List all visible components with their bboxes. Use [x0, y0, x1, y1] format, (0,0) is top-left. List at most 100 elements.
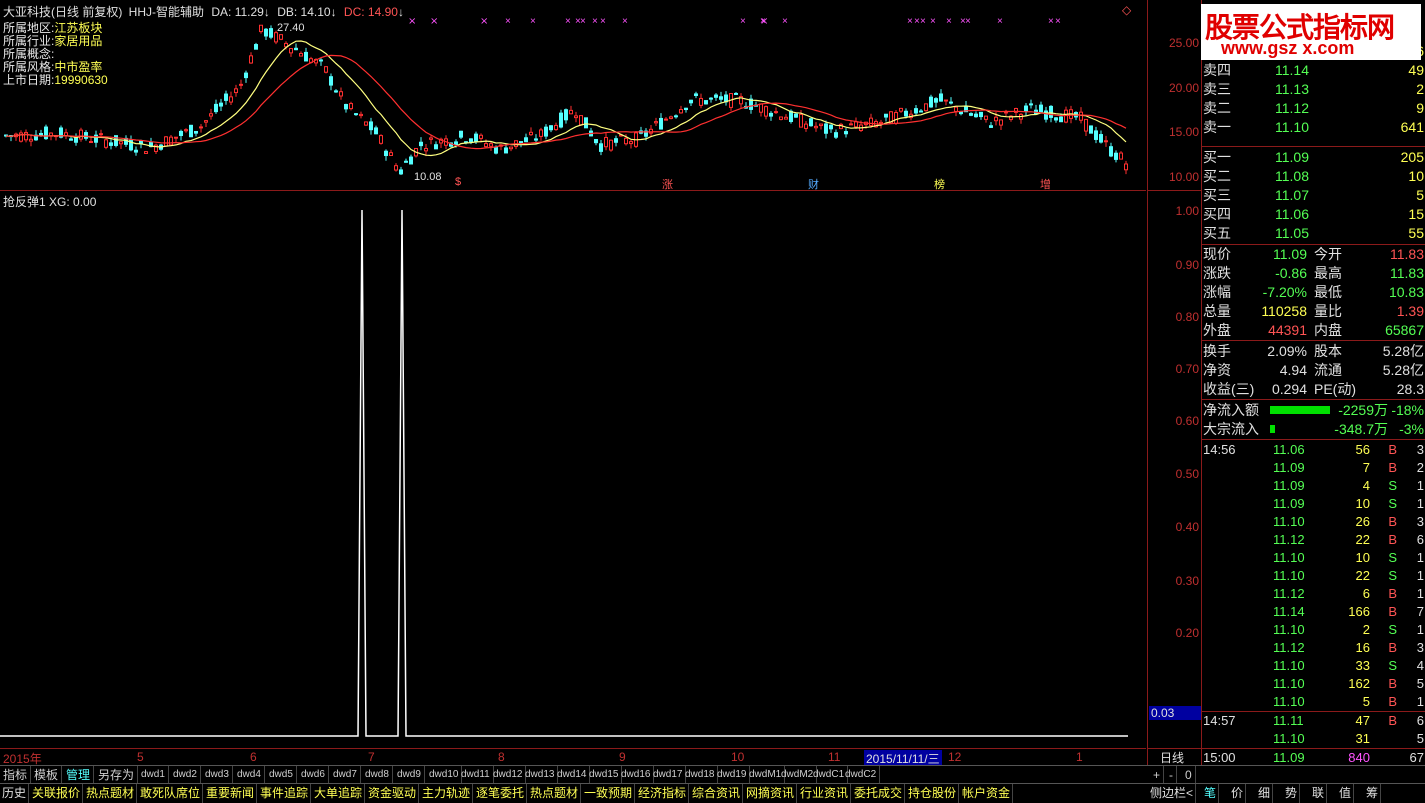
indicator-chart[interactable] — [0, 191, 1146, 748]
candle-body — [919, 110, 923, 113]
indicator-tab[interactable]: dwd14 — [554, 766, 591, 784]
indicator-tab[interactable]: dwd13 — [522, 766, 559, 784]
event-marker[interactable]: 涨 — [662, 176, 673, 192]
event-marker[interactable]: 增 — [1040, 176, 1051, 192]
indicator-tab[interactable]: dwd16 — [618, 766, 655, 784]
candle-body — [1029, 103, 1033, 106]
indicator-tab[interactable]: dwd18 — [682, 766, 719, 784]
candle-body — [694, 93, 698, 97]
candle-body — [324, 66, 328, 73]
candle-body — [289, 48, 293, 54]
event-marker[interactable]: 榜 — [934, 176, 945, 192]
indicator-tab[interactable]: dwd11 — [458, 766, 494, 784]
indicator-tab[interactable]: dwdC2 — [842, 766, 881, 784]
info-tab[interactable]: 大单追踪 — [312, 784, 366, 803]
price-chart[interactable]: × × × × × × × × × × × × × × × × × × × × ×× × × × — [0, 0, 1146, 190]
info-tab[interactable]: 敢死队席位 — [138, 784, 204, 803]
candle-body — [929, 96, 933, 108]
indicator-tab[interactable]: dwd10 — [426, 766, 463, 784]
indicator-tab[interactable]: dwd5 — [266, 766, 297, 784]
info-tab[interactable]: 关联报价 — [30, 784, 84, 803]
period-label[interactable]: 日线 — [1160, 749, 1184, 766]
candle-body — [419, 141, 423, 147]
tick-list[interactable]: 14:56 11.06 56 B 3 11.09 7 B 2 11.09 4 S 1 11.09 10 S 1 1… — [1202, 441, 1425, 771]
info-tab[interactable]: 委托成交 — [852, 784, 906, 803]
info-tab[interactable]: 持仓股份 — [906, 784, 960, 803]
info-tab[interactable]: 经济指标 — [636, 784, 690, 803]
candle-body — [759, 103, 763, 113]
candle-body — [219, 102, 223, 107]
sell-level-row[interactable]: 卖二 11.12 9 — [1202, 99, 1425, 118]
indicator-tab[interactable]: dwd7 — [330, 766, 361, 784]
indicator-tab[interactable]: dwd9 — [394, 766, 425, 784]
date-axis[interactable]: 2015年 5 6 7 8 9 10 11 2015/11/11/三 12 1 — [0, 748, 1146, 767]
indicator-tab[interactable]: dwd6 — [298, 766, 329, 784]
info-tab[interactable]: 帐户资金 — [960, 784, 1014, 803]
quote-row: 外盘 44391 内盘 65867 — [1203, 322, 1424, 338]
side-tab[interactable]: 价 — [1229, 784, 1247, 803]
buy-level-row[interactable]: 买四 11.06 15 — [1202, 205, 1425, 224]
info-tab[interactable]: 综合资讯 — [690, 784, 744, 803]
info-tab[interactable]: 热点题材 — [528, 784, 582, 803]
buy-level-row[interactable]: 买五 11.05 55 — [1202, 224, 1425, 243]
indicator-tab[interactable]: dwd15 — [586, 766, 623, 784]
candle-body — [1054, 117, 1058, 121]
indicator-tab[interactable]: dwd12 — [490, 766, 527, 784]
info-tab[interactable]: 热点题材 — [84, 784, 138, 803]
indicator-tab[interactable]: 指标 — [0, 766, 32, 784]
zoom-zero-button[interactable]: 0 — [1182, 766, 1196, 784]
side-tab[interactable]: 细 — [1256, 784, 1274, 803]
candle-body — [834, 132, 838, 138]
info-tab[interactable]: 历史 — [0, 784, 30, 803]
candle-body — [979, 111, 983, 118]
indicator-tab[interactable]: 另存为 — [95, 766, 139, 784]
info-tab[interactable]: 资金驱动 — [366, 784, 420, 803]
buy-level-row[interactable]: 买一 11.09 205 — [1202, 148, 1425, 167]
info-tab[interactable]: 逐笔委托 — [474, 784, 528, 803]
candle-body — [659, 117, 663, 130]
zoom-minus-button[interactable]: - — [1166, 766, 1177, 784]
candle-body — [669, 116, 673, 119]
sell-level-row[interactable]: 卖三 11.13 2 — [1202, 80, 1425, 99]
x-label: 7 — [368, 750, 375, 764]
chart-area[interactable]: × × × × × × × × × × × × × × × × × × × × × × × × × 大亚科技(日线 前复权) H… — [0, 0, 1146, 767]
indicator-tab[interactable]: dwd19 — [714, 766, 751, 784]
signal-mark: × — [565, 16, 571, 27]
indicator-tab[interactable]: dwd3 — [202, 766, 233, 784]
price-tick: 15.00 — [1168, 125, 1199, 139]
indicator-tab[interactable]: 管理 — [63, 766, 95, 784]
indicator-tab[interactable]: dwd17 — [650, 766, 687, 784]
side-tab[interactable]: 筹 — [1364, 784, 1382, 803]
zoom-plus-button[interactable]: + — [1150, 766, 1165, 784]
indicator-tab[interactable]: 模板 — [31, 766, 63, 784]
event-marker[interactable]: $ — [455, 176, 461, 188]
indicator-tab[interactable]: dwd8 — [362, 766, 393, 784]
indicator-tab[interactable]: dwd1 — [138, 766, 169, 784]
side-tab[interactable]: 值 — [1337, 784, 1355, 803]
sell-level-row[interactable]: 卖四 11.14 49 — [1202, 61, 1425, 80]
info-tab[interactable]: 事件追踪 — [258, 784, 312, 803]
buy-level-row[interactable]: 买三 11.07 5 — [1202, 186, 1425, 205]
info-tab[interactable]: 一致预期 — [582, 784, 636, 803]
info-tab[interactable]: 主力轨迹 — [420, 784, 474, 803]
indicator-tab[interactable]: dwd2 — [170, 766, 201, 784]
sell-level-row[interactable]: 卖一 11.10 641 — [1202, 118, 1425, 137]
sidebar-toggle-button[interactable]: 侧边栏< — [1148, 784, 1197, 803]
indicator-tab[interactable]: dwd4 — [234, 766, 265, 784]
candle-body — [469, 138, 473, 143]
signal-mark: × — [760, 16, 768, 27]
side-tab[interactable]: 笔 — [1202, 784, 1220, 803]
candle-body — [299, 52, 303, 57]
side-tab[interactable]: 联 — [1310, 784, 1328, 803]
candle-body — [689, 99, 693, 104]
buy-level-row[interactable]: 买二 11.08 10 — [1202, 167, 1425, 186]
event-marker[interactable]: 财 — [808, 176, 819, 192]
info-tab[interactable]: 行业资讯 — [798, 784, 852, 803]
info-tab[interactable]: 网摘资讯 — [744, 784, 798, 803]
side-tab[interactable]: 势 — [1283, 784, 1301, 803]
tick-row: 11.14 166 B 7 — [1273, 604, 1424, 619]
candle-body — [829, 124, 833, 130]
tick-row: 14:56 11.06 56 B 3 — [1203, 442, 1424, 457]
diamond-icon[interactable]: ◇ — [1122, 3, 1131, 17]
info-tab[interactable]: 重要新闻 — [204, 784, 258, 803]
